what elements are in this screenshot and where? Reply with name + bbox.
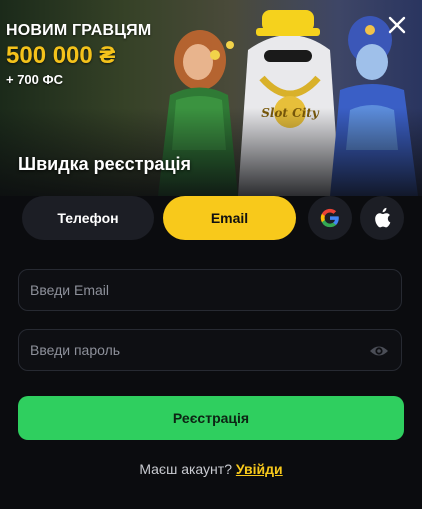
toggle-password-visibility[interactable]	[369, 342, 389, 360]
password-field-wrapper	[18, 329, 402, 371]
eye-icon	[370, 346, 388, 356]
email-input[interactable]	[19, 270, 401, 310]
registration-methods: Телефон Email	[0, 196, 422, 252]
password-input[interactable]	[19, 330, 401, 370]
promo-offer: НОВИМ ГРАВЦЯМ 500 000 ₴ + 700 ФС	[6, 22, 151, 87]
close-icon	[388, 16, 406, 34]
register-button[interactable]: Реєстрація	[18, 396, 404, 440]
apple-icon	[375, 207, 391, 228]
tab-email[interactable]: Email	[163, 196, 296, 240]
login-prompt: Маєш акаунт? Увійди	[0, 461, 422, 477]
google-icon	[320, 208, 339, 228]
promo-free-spins: + 700 ФС	[6, 72, 63, 87]
promo-headline: НОВИМ ГРАВЦЯМ	[6, 22, 152, 39]
promo-banner: Slot City НОВИМ ГРАВЦЯМ 500 000 ₴ + 700 …	[0, 0, 422, 196]
email-field-wrapper	[18, 269, 402, 311]
tab-phone[interactable]: Телефон	[22, 196, 154, 240]
login-link[interactable]: Увійди	[236, 461, 283, 477]
google-signin-button[interactable]	[308, 196, 352, 240]
close-button[interactable]	[386, 14, 408, 36]
promo-amount: 500 000 ₴	[6, 42, 116, 69]
apple-signin-button[interactable]	[360, 196, 404, 240]
login-prompt-text: Маєш акаунт?	[139, 461, 232, 477]
modal-title: Швидка реєстрація	[18, 154, 192, 174]
